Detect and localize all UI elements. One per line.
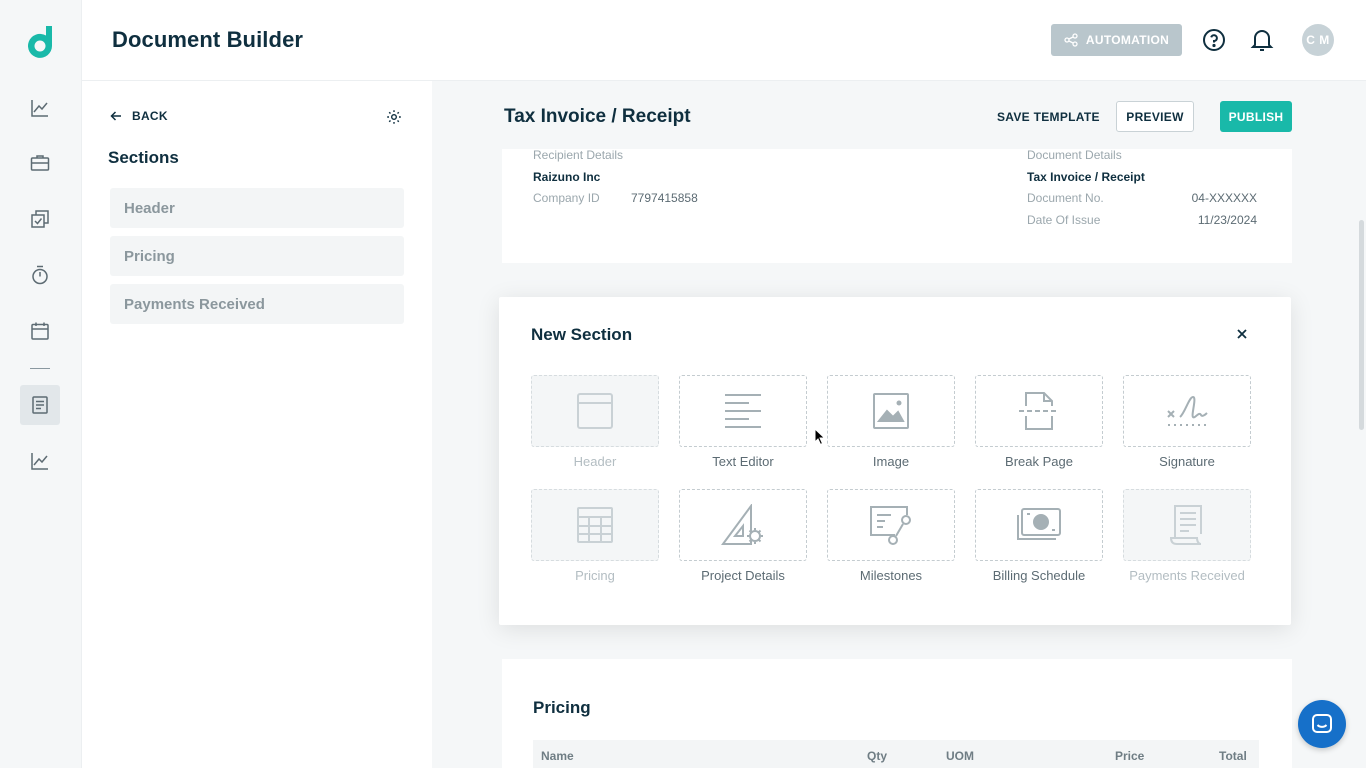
document-details-card: Recipient Details Raizuno Inc Company ID… bbox=[502, 149, 1292, 263]
modal-title: New Section bbox=[531, 325, 633, 344]
column-header-qty: Qty bbox=[867, 749, 888, 763]
mouse-cursor-icon bbox=[814, 427, 826, 446]
arrow-left-icon bbox=[110, 111, 121, 121]
back-link[interactable]: BACK bbox=[110, 109, 168, 123]
avatar[interactable]: C M bbox=[1302, 24, 1334, 56]
top-bar: Document Builder AUTOMATION C M bbox=[82, 0, 1366, 81]
help-icon[interactable] bbox=[1202, 28, 1226, 52]
payments-received-icon bbox=[1169, 505, 1202, 545]
recipient-name: Raizuno Inc bbox=[533, 170, 601, 184]
tile-payments-received[interactable] bbox=[1123, 489, 1251, 561]
close-icon[interactable] bbox=[1234, 326, 1250, 342]
tile-milestones-label: Milestones bbox=[859, 568, 923, 583]
tile-project-details[interactable] bbox=[679, 489, 807, 561]
tasks-icon[interactable] bbox=[20, 199, 60, 239]
document-number-value: 04-XXXXXX bbox=[1191, 191, 1257, 205]
tile-pricing[interactable] bbox=[531, 489, 659, 561]
app-logo[interactable] bbox=[24, 24, 56, 58]
section-item-payments-received[interactable]: Payments Received bbox=[110, 284, 404, 324]
tile-header-label: Header bbox=[573, 454, 617, 469]
tile-billing-schedule[interactable] bbox=[975, 489, 1103, 561]
tile-milestones[interactable] bbox=[827, 489, 955, 561]
pricing-title: Pricing bbox=[533, 698, 591, 717]
scrollbar[interactable] bbox=[1359, 220, 1364, 430]
tile-signature[interactable] bbox=[1123, 375, 1251, 447]
new-section-modal: New Section Header Text Editor Image Bre… bbox=[499, 297, 1291, 625]
automation-button[interactable]: AUTOMATION bbox=[1051, 24, 1182, 56]
save-template-button[interactable]: SAVE TEMPLATE bbox=[997, 110, 1100, 124]
document-icon[interactable] bbox=[20, 385, 60, 425]
chat-icon bbox=[1312, 714, 1332, 733]
tile-image[interactable] bbox=[827, 375, 955, 447]
column-header-name: Name bbox=[541, 749, 574, 763]
text-editor-icon bbox=[725, 394, 761, 428]
back-label: BACK bbox=[132, 109, 168, 123]
milestones-icon bbox=[870, 506, 911, 545]
tile-pricing-label: Pricing bbox=[575, 568, 615, 583]
tile-project-details-label: Project Details bbox=[701, 568, 785, 583]
company-id-value: 7797415858 bbox=[631, 191, 698, 205]
tile-payments-received-label: Payments Received bbox=[1129, 568, 1245, 583]
pricing-table-icon bbox=[577, 507, 613, 543]
document-details-heading: Document Details bbox=[1027, 149, 1122, 162]
share-nodes-icon bbox=[1064, 33, 1078, 47]
document-title: Tax Invoice / Receipt bbox=[504, 106, 691, 127]
pricing-section: Pricing Name Qty UOM Price Total bbox=[502, 659, 1292, 768]
break-page-icon bbox=[1019, 392, 1059, 430]
section-item-pricing[interactable]: Pricing bbox=[110, 236, 404, 276]
tile-signature-label: Signature bbox=[1159, 454, 1215, 469]
preview-button[interactable]: PREVIEW bbox=[1116, 101, 1194, 132]
recipient-heading: Recipient Details bbox=[533, 149, 624, 162]
bell-icon[interactable] bbox=[1250, 27, 1274, 53]
column-header-price: Price bbox=[1115, 749, 1145, 763]
publish-button[interactable]: PUBLISH bbox=[1220, 101, 1292, 132]
sections-panel: BACK Sections Header Pricing Payments Re… bbox=[82, 81, 432, 768]
date-of-issue-value: 11/23/2024 bbox=[1197, 213, 1257, 227]
date-of-issue-label: Date Of Issue bbox=[1027, 213, 1101, 227]
nav-rail bbox=[0, 0, 82, 768]
tile-text-editor-label: Text Editor bbox=[712, 454, 774, 469]
reports-icon[interactable] bbox=[20, 441, 60, 481]
document-details-title: Tax Invoice / Receipt bbox=[1027, 170, 1145, 184]
rail-divider bbox=[30, 368, 50, 369]
billing-schedule-icon bbox=[1017, 508, 1061, 540]
automation-label: AUTOMATION bbox=[1085, 33, 1170, 47]
calendar-icon[interactable] bbox=[20, 311, 60, 351]
image-icon bbox=[873, 393, 909, 429]
chat-support-button[interactable] bbox=[1298, 700, 1346, 748]
column-header-uom: UOM bbox=[946, 749, 974, 763]
analytics-icon[interactable] bbox=[20, 88, 60, 128]
timer-icon[interactable] bbox=[20, 255, 60, 295]
sections-title: Sections bbox=[108, 148, 179, 167]
tile-header[interactable] bbox=[531, 375, 659, 447]
tile-billing-schedule-label: Billing Schedule bbox=[992, 568, 1086, 583]
header-icon bbox=[577, 393, 613, 429]
column-header-total: Total bbox=[1219, 749, 1247, 763]
briefcase-icon[interactable] bbox=[20, 143, 60, 183]
document-number-label: Document No. bbox=[1027, 191, 1104, 205]
tile-break-page-label: Break Page bbox=[1005, 454, 1073, 469]
tile-image-label: Image bbox=[872, 454, 910, 469]
pricing-table-header: Name Qty UOM Price Total bbox=[533, 740, 1259, 768]
gear-icon[interactable] bbox=[386, 109, 402, 125]
project-details-icon bbox=[721, 504, 763, 545]
tile-text-editor[interactable] bbox=[679, 375, 807, 447]
section-item-header[interactable]: Header bbox=[110, 188, 404, 228]
company-id-label: Company ID bbox=[533, 191, 600, 205]
signature-icon bbox=[1167, 395, 1208, 426]
page-title: Document Builder bbox=[112, 27, 304, 52]
tile-break-page[interactable] bbox=[975, 375, 1103, 447]
